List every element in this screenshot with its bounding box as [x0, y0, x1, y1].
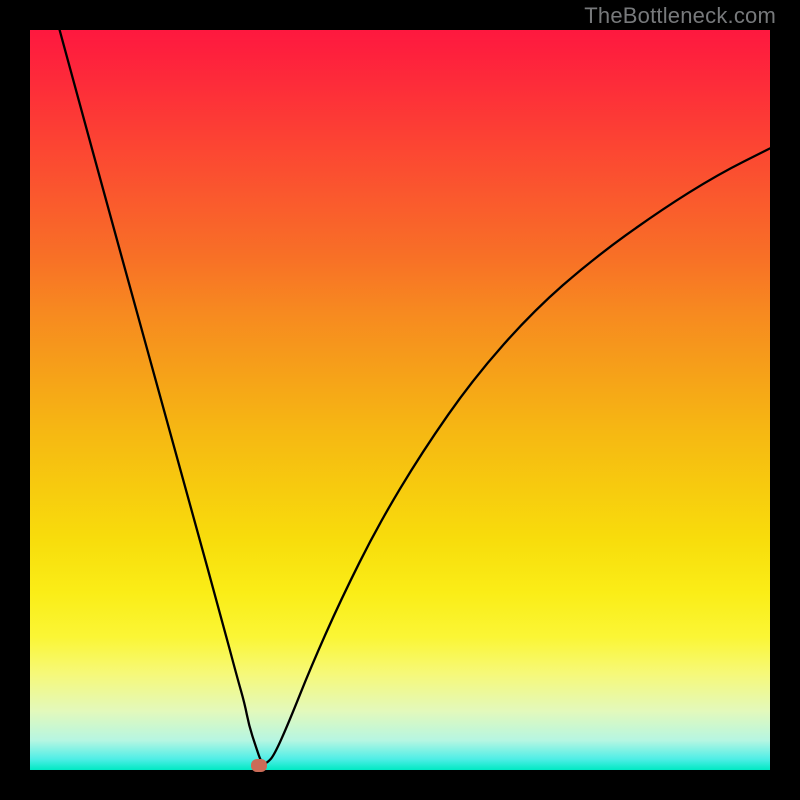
chart-frame: TheBottleneck.com: [0, 0, 800, 800]
curve-path: [60, 30, 770, 763]
curve-svg: [30, 30, 770, 770]
attribution-text: TheBottleneck.com: [584, 3, 776, 29]
plot-area: [30, 30, 770, 770]
minimum-marker: [251, 759, 267, 772]
